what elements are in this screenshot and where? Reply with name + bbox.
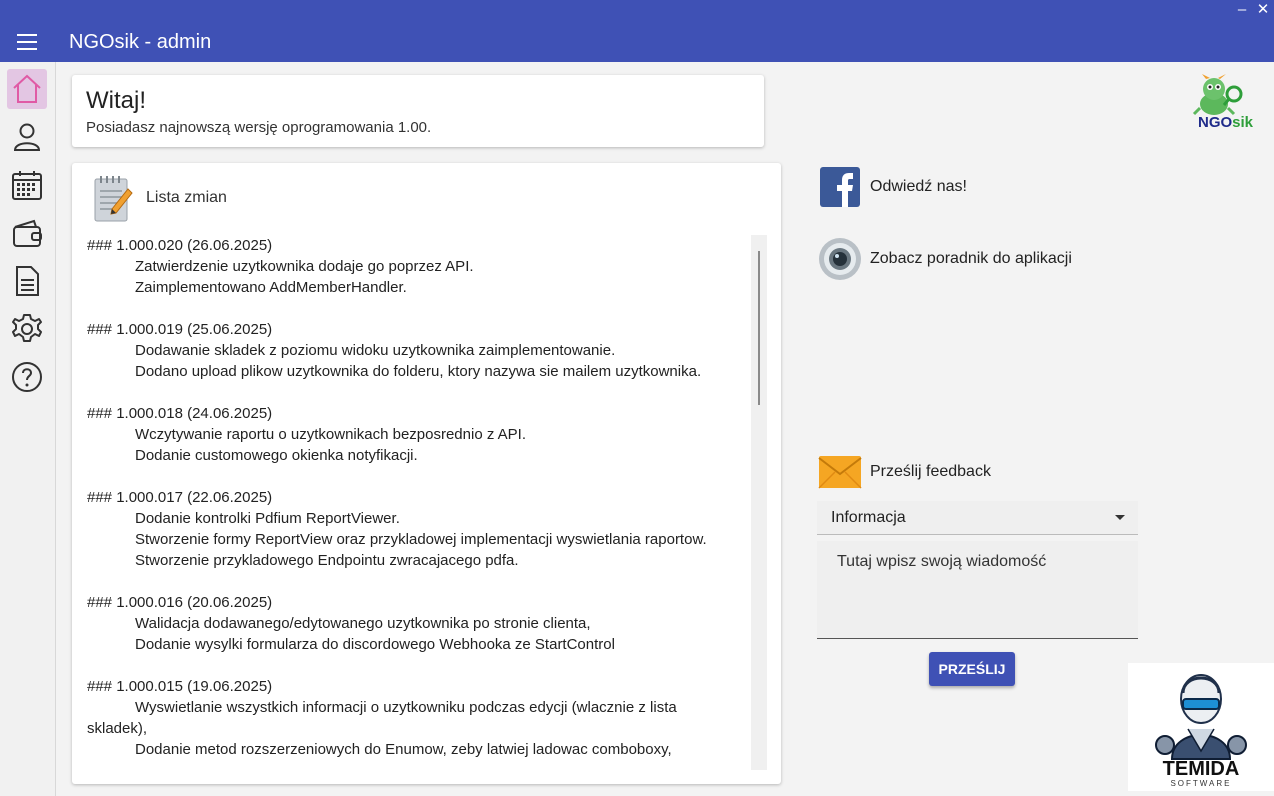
ngosik-logo: NGOsik	[1188, 74, 1264, 132]
feedback-message-placeholder: Tutaj wpisz swoją wiadomość	[837, 553, 1047, 570]
user-icon	[13, 123, 41, 151]
nav-wallet[interactable]	[7, 213, 47, 253]
tutorial-link-label: Zobacz poradnik do aplikacji	[870, 250, 1072, 267]
changelog-item: Wyswietlanie wszystkich informacji o uzy…	[135, 699, 677, 716]
version-message: Posiadasz najnowszą wersję oprogramowani…	[86, 119, 432, 136]
changelog-item: Zatwierdzenie uzytkownika dodaje go popr…	[135, 258, 474, 275]
chevron-down-icon	[1115, 515, 1125, 520]
facebook-link-label: Odwiedź nas!	[870, 178, 967, 195]
home-icon	[13, 74, 41, 103]
close-button[interactable]: ✕	[1254, 1, 1272, 19]
dragon-mascot-icon	[1192, 74, 1243, 116]
changelog-item: Dodanie wysylki formularza do discordowe…	[135, 636, 615, 653]
document-icon	[16, 266, 39, 296]
changelog-entry: ### 1.000.016 (20.06.2025) Walidacja doda…	[87, 592, 743, 655]
welcome-title: Witaj!	[86, 87, 146, 114]
temida-logo-text: TEMIDA	[1163, 758, 1240, 780]
envelope-icon	[818, 456, 862, 489]
feedback-type-select[interactable]: Informacja	[817, 501, 1138, 535]
temida-logo: TEMIDA SOFTWARE	[1128, 663, 1274, 791]
changelog-item: Zaimplementowano AddMemberHandler.	[135, 279, 407, 296]
changelog-item: Dodanie kontrolki Pdfium ReportViewer.	[135, 510, 400, 527]
changelog-version-header: ### 1.000.018 (24.06.2025)	[87, 405, 273, 422]
tutorial-link[interactable]: Zobacz poradnik do aplikacji	[818, 237, 1072, 281]
nav-users[interactable]	[7, 117, 47, 157]
nav-settings[interactable]	[7, 309, 47, 349]
changelog-item: Dodawanie skladek z poziomu widoku uzytk…	[135, 342, 616, 359]
changelog-item: Walidacja dodawanego/edytowanego uzytkow…	[135, 615, 591, 632]
ngosik-logo-text: NGOsik	[1198, 114, 1254, 131]
changelog-item: Stworzenie przykladowego Endpointu zwrac…	[135, 552, 519, 569]
changelog-header: Lista zmian	[92, 173, 227, 223]
changelog-list: ### 1.000.020 (26.06.2025) Zatwierdzenie …	[87, 235, 743, 767]
wallet-icon	[13, 219, 42, 247]
temida-mascot-icon: TEMIDA SOFTWARE	[1155, 674, 1247, 788]
app-bar: NGOsik - admin	[0, 22, 1274, 62]
changelog-card: Lista zmian ### 1.000.020 (26.06.2025) Za…	[72, 163, 781, 784]
feedback-header: Prześlij feedback	[818, 450, 991, 494]
facebook-icon	[820, 167, 860, 207]
changelog-version-header: ### 1.000.017 (22.06.2025)	[87, 489, 273, 506]
feedback-type-value: Informacja	[831, 509, 906, 526]
changelog-title: Lista zmian	[146, 189, 227, 206]
help-icon	[12, 362, 42, 392]
facebook-link[interactable]: Odwiedź nas!	[818, 165, 967, 209]
temida-logo-subtext: SOFTWARE	[1170, 779, 1231, 788]
hamburger-menu-icon[interactable]	[17, 34, 37, 50]
changelog-item: Dodanie metod rozszerzeniowych do Enumow…	[135, 741, 672, 758]
changelog-entry: ### 1.000.015 (19.06.2025) Wyswietlanie w…	[87, 676, 743, 760]
changelog-item: Stworzenie formy ReportView oraz przykla…	[135, 531, 707, 548]
nav-home[interactable]	[7, 69, 47, 109]
nav-calendar[interactable]	[7, 165, 47, 205]
changelog-entry: ### 1.000.019 (25.06.2025) Dodawanie skla…	[87, 319, 743, 382]
feedback-message-field[interactable]: Tutaj wpisz swoją wiadomość	[817, 541, 1138, 639]
changelog-entry: ### 1.000.020 (26.06.2025) Zatwierdzenie …	[87, 235, 743, 298]
welcome-card: Witaj! Posiadasz najnowszą wersję oprogr…	[72, 75, 764, 147]
scrollbar-thumb[interactable]	[758, 251, 760, 405]
changelog-scrollbar[interactable]	[751, 235, 767, 770]
changelog-version-header: ### 1.000.016 (20.06.2025)	[87, 594, 273, 611]
changelog-item: Dodanie customowego okienka notyfikacji.	[135, 447, 418, 464]
webcam-icon	[819, 238, 861, 280]
nav-help[interactable]	[7, 357, 47, 397]
changelog-version-header: ### 1.000.020 (26.06.2025)	[87, 237, 273, 254]
notepad-icon	[94, 176, 133, 222]
nav-documents[interactable]	[7, 261, 47, 301]
changelog-entry: ### 1.000.017 (22.06.2025) Dodanie kontro…	[87, 487, 743, 571]
window-titlebar: – ✕	[0, 0, 1274, 22]
send-feedback-button[interactable]: PRZEŚLIJ	[929, 652, 1015, 686]
changelog-entry: ### 1.000.018 (24.06.2025) Wczytywanie ra…	[87, 403, 743, 466]
sidebar	[0, 62, 56, 796]
changelog-version-header: ### 1.000.019 (25.06.2025)	[87, 321, 273, 338]
minimize-button[interactable]: –	[1233, 1, 1251, 19]
changelog-item-wrap: skladek),	[87, 720, 148, 737]
changelog-version-header: ### 1.000.015 (19.06.2025)	[87, 678, 273, 695]
gear-icon	[12, 314, 42, 342]
calendar-icon	[12, 171, 42, 200]
feedback-title: Prześlij feedback	[870, 463, 991, 480]
changelog-item: Wczytywanie raportu o uzytkownikach bezp…	[135, 426, 527, 443]
app-title: NGOsik - admin	[69, 31, 212, 53]
changelog-item: Dodano upload plikow uzytkownika do fold…	[135, 363, 702, 380]
